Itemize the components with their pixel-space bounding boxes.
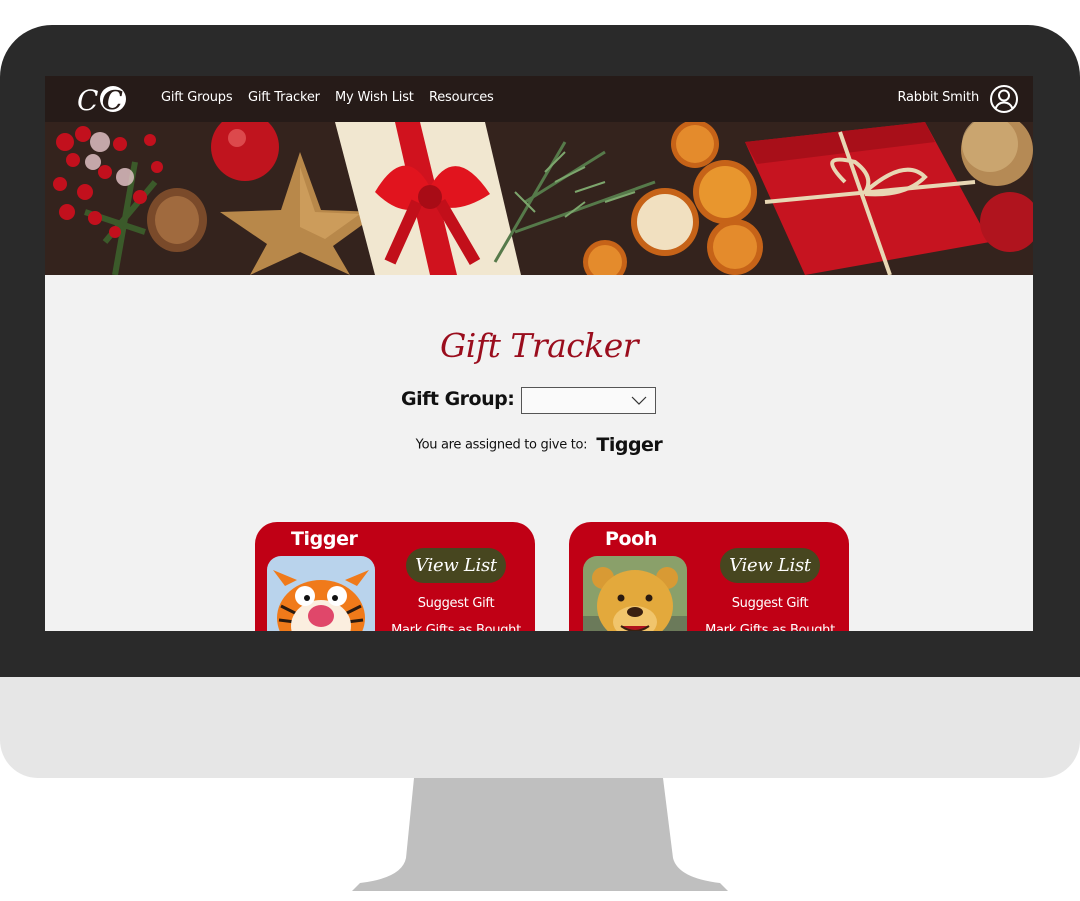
- suggest-gift-link[interactable]: Suggest Gift: [699, 596, 841, 611]
- card-name: Tigger: [291, 528, 358, 550]
- assigned-label: You are assigned to give to:: [415, 437, 588, 453]
- nav-gift-groups[interactable]: Gift Groups: [161, 90, 233, 105]
- assignment-line: You are assigned to give to: Tigger: [45, 434, 1033, 456]
- member-card-pooh: Pooh View List Suggest Gift Mark Gifts a…: [569, 522, 849, 631]
- chevron-down-icon: [631, 396, 647, 405]
- christmas-banner-image: [45, 122, 1033, 275]
- mark-gifts-bought-link[interactable]: Mark Gifts as Bought: [687, 623, 853, 631]
- page-title: Gift Tracker: [439, 326, 639, 365]
- svg-text:C: C: [102, 86, 123, 116]
- nav-resources[interactable]: Resources: [429, 90, 494, 105]
- assigned-name: Tigger: [596, 434, 663, 456]
- view-list-button[interactable]: View List: [720, 548, 820, 583]
- monitor-chin: [0, 677, 1080, 778]
- gift-group-select[interactable]: [521, 387, 656, 414]
- top-navbar: C C Gift Groups Gift Tracker My Wish Lis…: [45, 76, 1033, 122]
- user-circle-icon[interactable]: [989, 84, 1019, 114]
- suggest-gift-link[interactable]: Suggest Gift: [385, 596, 527, 611]
- member-card-tigger: Tigger View List Suggest Gift Mark Gifts…: [255, 522, 535, 631]
- gift-group-label: Gift Group:: [401, 388, 515, 410]
- nav-my-wish-list[interactable]: My Wish List: [335, 90, 414, 105]
- pooh-avatar: [583, 556, 687, 631]
- mark-gifts-bought-link[interactable]: Mark Gifts as Bought: [373, 623, 539, 631]
- card-name: Pooh: [605, 528, 657, 550]
- app-screen: C C Gift Groups Gift Tracker My Wish Lis…: [45, 76, 1033, 631]
- user-name[interactable]: Rabbit Smith: [897, 90, 979, 105]
- svg-text:C: C: [77, 84, 98, 116]
- nav-gift-tracker[interactable]: Gift Tracker: [248, 90, 320, 105]
- logo-icon[interactable]: C C: [75, 82, 131, 116]
- tigger-avatar: [267, 556, 375, 631]
- view-list-button[interactable]: View List: [406, 548, 506, 583]
